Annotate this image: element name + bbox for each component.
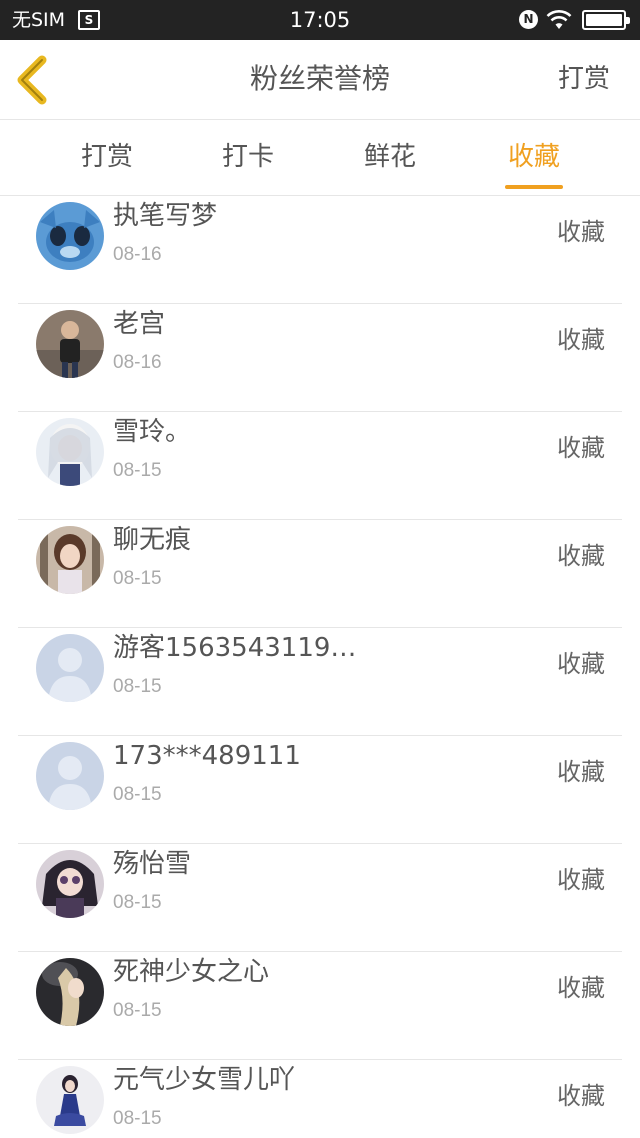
avatar xyxy=(36,526,104,594)
tab-bar: 打赏 打卡 鲜花 收藏 xyxy=(0,121,640,196)
user-name: 殇怡雪 xyxy=(113,849,192,879)
list-item[interactable]: 老宫 08-16 收藏 xyxy=(0,292,640,412)
date: 08-15 xyxy=(113,1108,162,1129)
tab-label: 收藏 xyxy=(507,142,560,172)
tab-favorites[interactable]: 收藏 xyxy=(484,121,584,196)
wifi-icon xyxy=(546,10,572,29)
tab-label: 打赏 xyxy=(80,142,133,172)
avatar xyxy=(36,418,104,486)
avatar xyxy=(36,202,104,270)
tab-checkin[interactable]: 打卡 xyxy=(198,121,298,196)
action-label: 收藏 xyxy=(557,542,605,570)
date: 08-15 xyxy=(113,568,162,589)
action-label: 收藏 xyxy=(557,218,605,246)
list-item[interactable]: 殇怡雪 08-15 收藏 xyxy=(0,832,640,952)
page-title: 粉丝荣誉榜 xyxy=(249,62,390,95)
date: 08-15 xyxy=(113,892,162,913)
list-item[interactable]: 元气少女雪儿吖 08-15 收藏 xyxy=(0,1048,640,1138)
tab-flowers[interactable]: 鲜花 xyxy=(340,121,440,196)
avatar xyxy=(36,1066,104,1134)
action-label: 收藏 xyxy=(557,974,605,1002)
tab-underline xyxy=(505,185,563,189)
avatar xyxy=(36,310,104,378)
date: 08-15 xyxy=(113,784,162,805)
list-item[interactable]: 聊无痕 08-15 收藏 xyxy=(0,508,640,628)
nfc-icon: N xyxy=(519,10,538,29)
user-name: 元气少女雪儿吖 xyxy=(113,1065,296,1095)
list-item[interactable]: 游客1563543119… 08-15 收藏 xyxy=(0,616,640,736)
tab-label: 鲜花 xyxy=(363,142,416,172)
action-label: 收藏 xyxy=(557,434,605,462)
reward-button[interactable]: 打赏 xyxy=(558,60,610,98)
avatar xyxy=(36,634,104,702)
user-name: 执笔写梦 xyxy=(113,201,218,231)
avatar xyxy=(36,742,104,810)
list-item[interactable]: 雪玲。 08-15 收藏 xyxy=(0,400,640,520)
date: 08-15 xyxy=(113,676,162,697)
user-name: 雪玲。 xyxy=(113,417,192,447)
date: 08-16 xyxy=(113,352,162,373)
list-item[interactable]: 173***489111 08-15 收藏 xyxy=(0,724,640,844)
action-label: 收藏 xyxy=(557,866,605,894)
tab-label: 打卡 xyxy=(221,142,274,172)
user-name: 173***489111 xyxy=(113,741,301,771)
user-name: 游客1563543119… xyxy=(113,633,357,663)
tab-reward[interactable]: 打赏 xyxy=(57,121,157,196)
clock: 17:05 xyxy=(289,8,351,32)
action-label: 收藏 xyxy=(557,326,605,354)
avatar xyxy=(36,958,104,1026)
user-name: 死神少女之心 xyxy=(113,957,270,987)
date: 08-15 xyxy=(113,1000,162,1021)
action-label: 收藏 xyxy=(557,1082,605,1110)
user-name: 聊无痕 xyxy=(113,525,192,555)
action-label: 收藏 xyxy=(557,758,605,786)
avatar xyxy=(36,850,104,918)
fan-list[interactable]: 执笔写梦 08-16 收藏 老宫 08-16 收藏 雪玲。 08-15 收藏 聊… xyxy=(0,196,640,1138)
battery-icon xyxy=(582,10,630,30)
action-label: 收藏 xyxy=(557,650,605,678)
list-item[interactable]: 执笔写梦 08-16 收藏 xyxy=(0,196,640,304)
user-name: 老宫 xyxy=(113,309,166,339)
status-bar: 无SIM S 17:05 N xyxy=(0,0,640,40)
list-item[interactable]: 死神少女之心 08-15 收藏 xyxy=(0,940,640,1060)
nav-bar: 粉丝荣誉榜 打赏 xyxy=(0,40,640,120)
date: 08-16 xyxy=(113,244,162,265)
date: 08-15 xyxy=(113,460,162,481)
